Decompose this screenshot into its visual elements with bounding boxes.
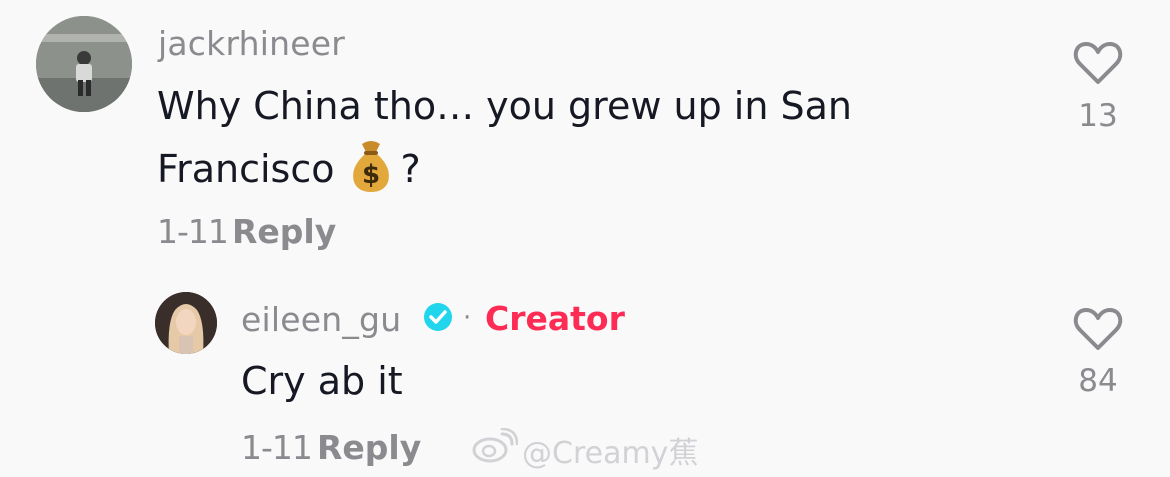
like-heart-icon[interactable]: [1072, 40, 1124, 86]
like-count: 13: [1078, 98, 1118, 134]
comment-text-line-1: Why China tho… you grew up in San: [157, 84, 853, 128]
reply-username[interactable]: eileen_gu: [241, 300, 401, 339]
comment-text-line-2: Francisco $ ?: [157, 137, 421, 201]
weibo-logo-icon: [472, 427, 519, 468]
verified-badge-icon: [423, 302, 453, 336]
comment-date: 1-11: [157, 212, 229, 251]
separator-dot: ·: [463, 303, 472, 333]
reply-date: 1-11: [241, 428, 313, 467]
comment-username[interactable]: jackrhineer: [158, 24, 345, 63]
reply-button[interactable]: Reply: [232, 212, 336, 251]
money-bag-icon: $: [353, 141, 390, 192]
creator-badge: Creator: [485, 299, 625, 338]
watermark-text: @Creamy蕉: [522, 436, 699, 471]
avatar-jackrhineer[interactable]: [36, 16, 132, 112]
comment-text-prefix: Francisco: [157, 147, 335, 191]
reply-text: Cry ab it: [241, 359, 403, 403]
like-heart-icon[interactable]: [1072, 306, 1124, 352]
reply-like-count: 84: [1078, 363, 1118, 399]
svg-text:$: $: [362, 160, 380, 190]
comment-text-suffix: ?: [400, 147, 421, 191]
reply-reply-button[interactable]: Reply: [317, 428, 421, 467]
avatar-eileen-gu[interactable]: [155, 292, 217, 354]
